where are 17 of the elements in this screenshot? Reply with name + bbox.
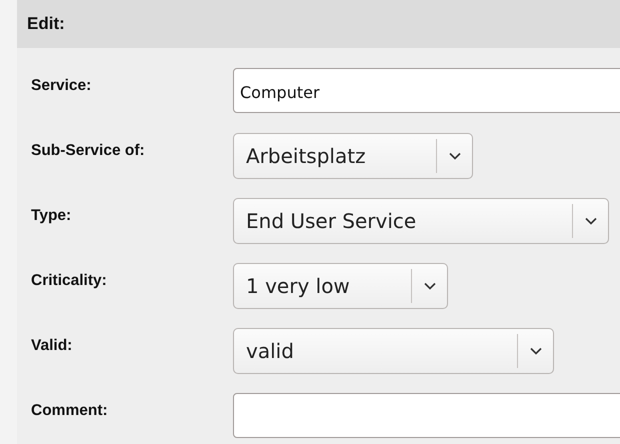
field-label: Service: <box>30 77 92 95</box>
field-label: Valid: <box>30 337 74 355</box>
text-field[interactable]: Computer <box>233 68 620 113</box>
dropdown[interactable]: End User Service <box>233 198 609 244</box>
caret-icon <box>424 282 436 290</box>
panel-title: Edit: <box>27 14 65 34</box>
caret-icon <box>584 217 596 225</box>
field-label: Sub-Service of: <box>30 142 146 160</box>
field-label: Comment: <box>30 402 109 420</box>
field-label: Type: <box>30 207 72 225</box>
caret-icon <box>530 347 542 355</box>
dropdown[interactable]: Arbeitsplatz <box>233 133 473 179</box>
dropdown[interactable]: 1 very low <box>233 263 448 309</box>
field-label: Criticality: <box>30 272 108 290</box>
dropdown[interactable]: valid <box>233 328 554 374</box>
caret-icon <box>448 152 460 160</box>
text-field[interactable] <box>233 393 620 438</box>
